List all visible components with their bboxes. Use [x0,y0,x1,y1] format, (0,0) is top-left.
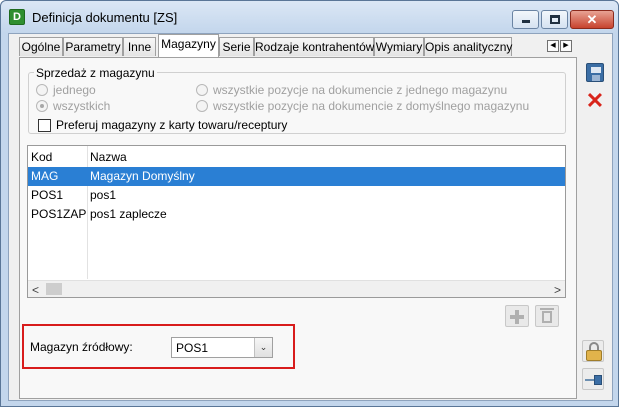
minimize-button[interactable] [512,10,539,29]
tab-rodzaje-kontrahentow[interactable]: Rodzaje kontrahentów [254,37,374,56]
cell-kod: POS1ZAP [31,207,87,221]
tab-wymiary[interactable]: Wymiary [374,37,424,56]
lock-button[interactable] [582,340,604,362]
tab-scroll-right-button[interactable]: ▶ [560,40,572,52]
cell-nazwa: Magazyn Domyślny [90,169,195,183]
cell-kod: POS1 [31,188,64,202]
pin-button[interactable] [582,368,604,390]
tab-scroll-left-button[interactable]: ◀ [547,40,559,52]
radio-jeden-magazyn-label: wszystkie pozycje na dokumencie z jedneg… [213,83,508,97]
preferuj-magazyny-label: Preferuj magazyny z karty towaru/receptu… [56,118,288,132]
tab-ogolne[interactable]: Ogólne [19,37,63,56]
scroll-right-arrow[interactable]: > [554,283,561,297]
radio-jednego-label: jednego [53,83,96,97]
tab-inne[interactable]: Inne [123,37,156,56]
save-button[interactable] [584,62,606,84]
cell-nazwa: pos1 zaplecze [90,207,167,221]
close-button[interactable]: ✕ [570,10,614,29]
cell-kod: MAG [31,169,59,183]
maximize-button[interactable] [541,10,568,29]
scroll-left-arrow[interactable]: < [32,283,39,297]
delete-button[interactable] [535,305,559,327]
tab-serie[interactable]: Serie [219,37,254,56]
column-header-nazwa[interactable]: Nazwa [90,150,127,164]
radio-wszystkich[interactable] [36,100,48,112]
close-icon: ✕ [586,12,598,27]
chevron-down-icon[interactable]: ⌄ [254,338,272,357]
sales-group-title: Sprzedaż z magazynu [34,66,157,80]
app-icon: D [9,9,25,25]
cell-nazwa: pos1 [90,188,117,202]
source-warehouse-value: POS1 [176,341,209,355]
horizontal-scrollbar[interactable]: < > [28,280,565,297]
source-warehouse-select[interactable]: POS1 ⌄ [171,337,273,358]
radio-domyslny-magazyn[interactable] [196,100,208,112]
table-row[interactable]: POS1 pos1 [28,186,565,205]
tab-magazyny[interactable]: Magazyny [158,34,219,57]
title-bar[interactable]: D Definicja dokumentu [ZS] ✕ [1,1,618,33]
cancel-button[interactable]: ✕ [584,88,606,113]
tab-opis-analityczny[interactable]: Opis analityczny [424,37,512,56]
table-row[interactable]: POS1ZAP pos1 zaplecze [28,205,565,224]
add-button[interactable] [505,305,529,327]
cancel-icon: ✕ [585,88,605,113]
window-title: Definicja dokumentu [ZS] [32,10,178,25]
table-header: Kod Nazwa [28,146,565,168]
source-warehouse-label: Magazyn źródłowy: [30,340,133,354]
preferuj-magazyny-checkbox[interactable] [38,119,51,132]
warehouse-table: Kod Nazwa MAG Magazyn Domyślny POS1 pos1… [27,145,566,298]
scroll-thumb[interactable] [46,283,62,295]
tab-parametry[interactable]: Parametry [63,37,123,56]
radio-jeden-magazyn[interactable] [196,84,208,96]
radio-domyslny-magazyn-label: wszystkie pozycje na dokumencie z domyśl… [213,99,530,113]
column-header-kod[interactable]: Kod [31,150,52,164]
radio-jednego[interactable] [36,84,48,96]
radio-wszystkich-label: wszystkich [53,99,111,113]
table-row[interactable]: MAG Magazyn Domyślny [28,167,565,186]
maximize-icon [550,15,560,24]
minimize-icon [522,20,530,23]
